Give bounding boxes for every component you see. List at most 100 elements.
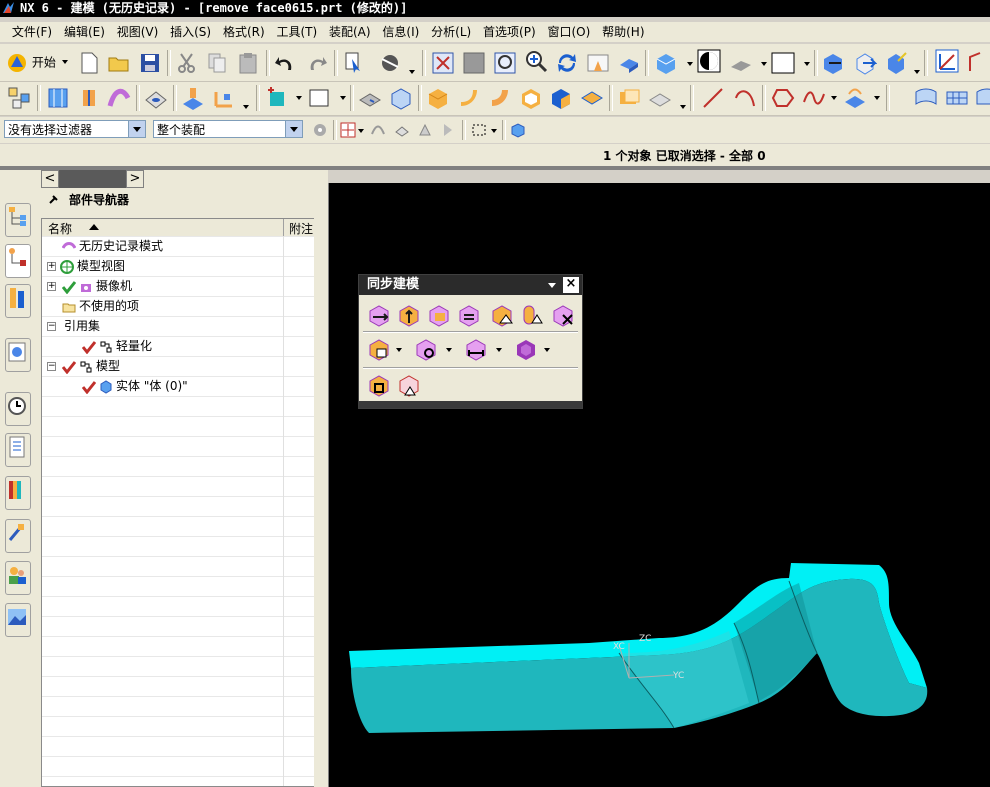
mesh-surface-icon[interactable] xyxy=(945,86,969,110)
copy-face-icon[interactable] xyxy=(367,337,391,361)
system-materials-tab[interactable] xyxy=(5,433,31,467)
rectangle-sketch-icon[interactable] xyxy=(307,86,331,110)
shell-icon[interactable] xyxy=(519,86,543,110)
system-scenes-tab[interactable] xyxy=(5,603,31,637)
col-name-header[interactable]: 名称 xyxy=(48,220,72,237)
chevron-down-icon[interactable] xyxy=(358,129,364,133)
offset-region-icon[interactable] xyxy=(427,303,451,327)
open-folder-icon[interactable] xyxy=(107,51,131,75)
tree-row[interactable]: 轻量化 xyxy=(82,336,152,356)
edge-style-icon[interactable] xyxy=(729,51,753,75)
scroll-thumb[interactable] xyxy=(59,170,126,188)
settings-gear-icon[interactable] xyxy=(312,122,328,138)
offset-face-icon[interactable] xyxy=(617,86,641,110)
tree-row[interactable]: 引用集 xyxy=(64,316,100,336)
selection-arrow-icon[interactable] xyxy=(821,51,845,75)
copy-icon[interactable] xyxy=(205,51,229,75)
zoom-window-icon[interactable] xyxy=(462,51,486,75)
datum-plane-icon[interactable] xyxy=(181,86,205,110)
menu-help[interactable]: 帮助(H) xyxy=(598,22,648,42)
move-face-icon[interactable] xyxy=(367,303,391,327)
chevron-down-icon[interactable] xyxy=(544,348,550,352)
background-icon[interactable] xyxy=(771,51,795,75)
delete-face-icon[interactable] xyxy=(551,303,575,327)
tree-row[interactable]: 无历史记录模式 xyxy=(62,236,163,256)
tree-row[interactable]: 摄像机 xyxy=(62,276,132,296)
shading-icon[interactable] xyxy=(697,49,721,73)
point-icon[interactable] xyxy=(266,86,290,110)
zoom-area-icon[interactable] xyxy=(493,51,517,75)
pan-icon[interactable] xyxy=(586,51,610,75)
curve-rule-icon[interactable] xyxy=(370,122,386,138)
block-icon[interactable] xyxy=(358,86,382,110)
spline-icon[interactable] xyxy=(802,86,826,110)
sweep-icon[interactable] xyxy=(107,86,131,110)
snap-point-icon[interactable] xyxy=(340,122,356,138)
expand-toggle[interactable]: + xyxy=(47,262,56,271)
face-blend-icon[interactable] xyxy=(488,86,512,110)
zoom-icon[interactable] xyxy=(524,49,548,73)
undo-icon[interactable] xyxy=(273,51,297,75)
through-curves-icon[interactable] xyxy=(914,86,938,110)
part-navigator-icon[interactable] xyxy=(7,86,31,110)
roles-icon[interactable] xyxy=(378,51,402,75)
collapse-toggle[interactable]: − xyxy=(47,322,56,331)
close-icon[interactable]: × xyxy=(563,277,579,293)
chevron-down-icon[interactable] xyxy=(496,348,502,352)
visualization-tab[interactable] xyxy=(5,476,31,510)
shell-body-icon[interactable] xyxy=(514,337,538,361)
wand-cube-icon[interactable] xyxy=(884,51,908,75)
edge-blend-icon[interactable] xyxy=(426,86,450,110)
constrain-face-icon[interactable] xyxy=(367,373,391,397)
make-coplanar-icon[interactable] xyxy=(414,337,438,361)
web-browser-tab[interactable] xyxy=(5,338,31,372)
scope-select[interactable]: 整个装配 xyxy=(153,120,303,138)
type-filter-select[interactable]: 没有选择过滤器 xyxy=(4,120,146,138)
replace-face-icon[interactable] xyxy=(457,303,481,327)
face-rule-icon[interactable] xyxy=(394,122,410,138)
tree-row[interactable]: 模型视图 xyxy=(60,256,125,276)
project-curve-icon[interactable] xyxy=(843,86,867,110)
feature-rule-icon[interactable] xyxy=(417,122,433,138)
tree-row[interactable]: 不使用的项 xyxy=(62,296,139,316)
part-navigator-tab[interactable] xyxy=(5,244,31,278)
line-icon[interactable] xyxy=(701,86,725,110)
resize-face-icon[interactable] xyxy=(520,303,544,327)
menu-window[interactable]: 窗口(O) xyxy=(543,22,594,42)
scroll-right-button[interactable]: > xyxy=(126,170,144,188)
body-rule-icon[interactable] xyxy=(440,122,456,138)
hole-icon[interactable] xyxy=(144,86,168,110)
menu-view[interactable]: 视图(V) xyxy=(113,22,163,42)
save-icon[interactable] xyxy=(138,51,162,75)
scroll-left-button[interactable]: < xyxy=(41,170,59,188)
datum-csys-icon[interactable] xyxy=(212,86,236,110)
history-tab[interactable] xyxy=(5,392,31,426)
rectangle-select-icon[interactable] xyxy=(471,122,487,138)
menu-assemblies[interactable]: 装配(A) xyxy=(325,22,375,42)
menu-tools[interactable]: 工具(T) xyxy=(272,22,321,42)
process-studio-tab[interactable] xyxy=(5,519,31,553)
fit-view-icon[interactable] xyxy=(431,51,455,75)
select-body-icon[interactable] xyxy=(510,122,526,138)
arrow-cube-icon[interactable] xyxy=(853,51,877,75)
sync-toolbar-title-bar[interactable]: 同步建模 × xyxy=(359,275,582,295)
snap-icon[interactable] xyxy=(935,49,959,73)
draft-icon[interactable] xyxy=(549,86,573,110)
resize-blend-icon[interactable] xyxy=(490,303,514,327)
tree-row[interactable]: 模型 xyxy=(62,356,120,376)
redo-icon[interactable] xyxy=(305,51,329,75)
chamfer-icon[interactable] xyxy=(457,86,481,110)
paste-icon[interactable] xyxy=(236,51,260,75)
new-file-icon[interactable] xyxy=(77,51,101,75)
sync-modeling-toolbar[interactable]: 同步建模 × xyxy=(358,274,583,409)
menu-insert[interactable]: 插入(S) xyxy=(166,22,215,42)
chevron-down-icon[interactable] xyxy=(128,121,145,137)
cut-icon[interactable] xyxy=(175,51,199,75)
chevron-down-icon[interactable] xyxy=(396,348,402,352)
rotate-icon[interactable] xyxy=(555,51,579,75)
extrude-icon[interactable] xyxy=(46,86,70,110)
sketch-icon[interactable] xyxy=(966,49,990,73)
arc-icon[interactable] xyxy=(733,86,757,110)
col-note-header[interactable]: 附注 xyxy=(289,220,313,237)
menu-analysis[interactable]: 分析(L) xyxy=(427,22,475,42)
